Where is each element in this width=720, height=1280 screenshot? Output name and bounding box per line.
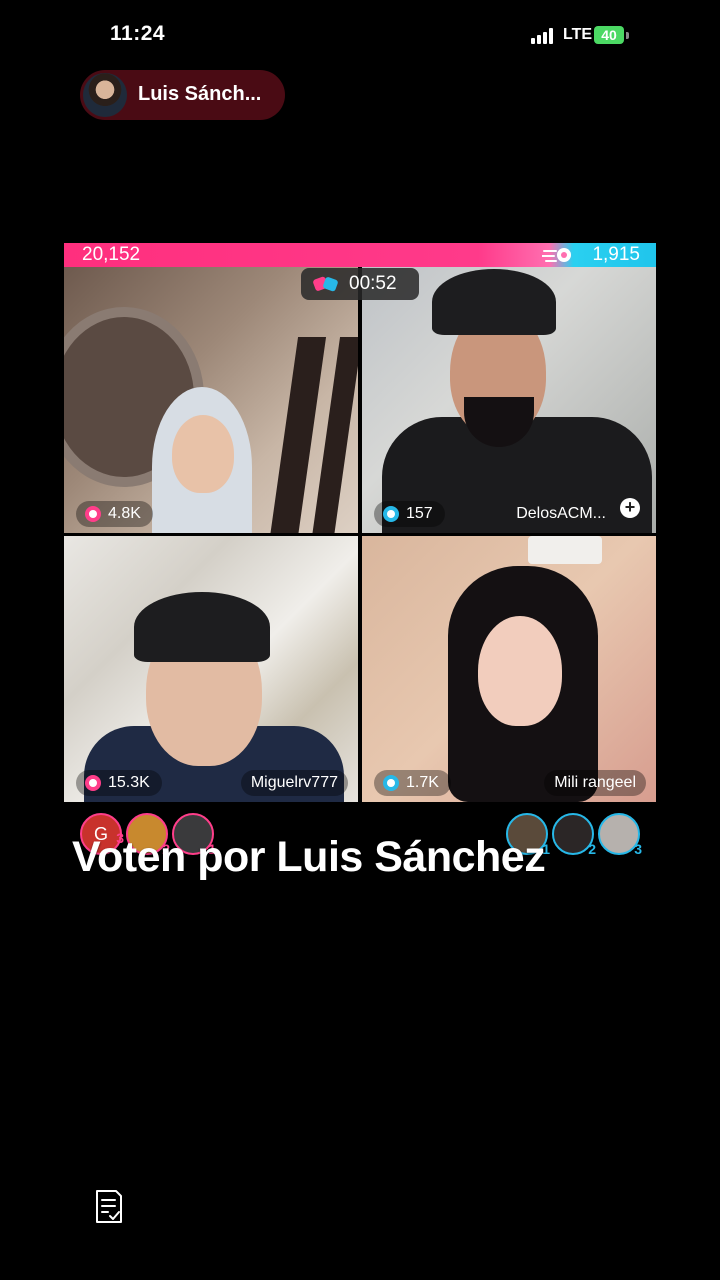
points-icon: [383, 506, 399, 522]
battery-level: 40: [601, 27, 617, 43]
host-avatar[interactable]: [83, 73, 127, 117]
cap: [432, 269, 556, 335]
points-icon: [85, 775, 101, 791]
battery-icon: 40: [594, 26, 624, 44]
follow-plus-button[interactable]: +: [620, 498, 640, 518]
guest-username[interactable]: Miguelrv777: [240, 770, 348, 796]
guest-points: 157: [374, 501, 445, 527]
points-value: 4.8K: [108, 505, 141, 522]
battery-tip: [626, 32, 629, 39]
supporter-rank: 2: [588, 841, 596, 857]
supporter-rank: 3: [634, 841, 642, 857]
video-grid: 4.8K 157 DelosACM... + 15.3K Miguelrv777: [64, 267, 656, 802]
supporter-avatar[interactable]: 3: [598, 813, 642, 857]
signal-icon: [531, 28, 557, 44]
username-text[interactable]: Miguelrv777: [251, 774, 338, 791]
guest-tile-2[interactable]: 157 DelosACM... +: [362, 267, 656, 533]
points-icon: [383, 775, 399, 791]
right-team-score: 1,915: [592, 244, 640, 265]
guest-face: [172, 415, 234, 493]
battle-timer: 00:52: [301, 268, 419, 300]
host-pill[interactable]: Luis Sánch...: [80, 70, 285, 120]
status-time: 11:24: [110, 22, 166, 45]
network-type: LTE: [563, 26, 593, 43]
wall-ac: [528, 536, 602, 564]
document-check-icon[interactable]: [94, 1189, 124, 1225]
cap: [134, 592, 270, 662]
guest-username[interactable]: DelosACM...: [506, 501, 616, 527]
points-value: 1.7K: [406, 774, 439, 791]
guest-username[interactable]: Mili rangeel: [544, 770, 646, 796]
points-value: 15.3K: [108, 774, 150, 791]
guest-points: 1.7K: [374, 770, 451, 796]
guest-points: 15.3K: [76, 770, 162, 796]
guest-tile-3[interactable]: 15.3K Miguelrv777: [64, 536, 358, 802]
host-name[interactable]: Luis Sánch...: [138, 83, 261, 106]
video-caption: Voten por Luis Sánchez: [72, 833, 546, 881]
supporter-avatar[interactable]: 2: [552, 813, 596, 857]
battle-score-bar: 20,152 1,915: [64, 243, 656, 267]
status-bar: 11:24 LTE 40: [0, 0, 720, 70]
points-icon: [85, 506, 101, 522]
guest-points: 4.8K: [76, 501, 153, 527]
username-text[interactable]: DelosACM...: [516, 505, 606, 522]
username-text[interactable]: Mili rangeel: [554, 774, 636, 791]
left-team-score: 20,152: [82, 244, 141, 265]
battle-icon: [313, 276, 338, 292]
guest-tile-1[interactable]: 4.8K: [64, 267, 358, 533]
guest-face: [478, 616, 562, 726]
guest-tile-4[interactable]: 1.7K Mili rangeel: [362, 536, 656, 802]
battle-spark-icon: [542, 248, 571, 262]
points-value: 157: [406, 505, 433, 522]
timer-text: 00:52: [349, 273, 397, 294]
